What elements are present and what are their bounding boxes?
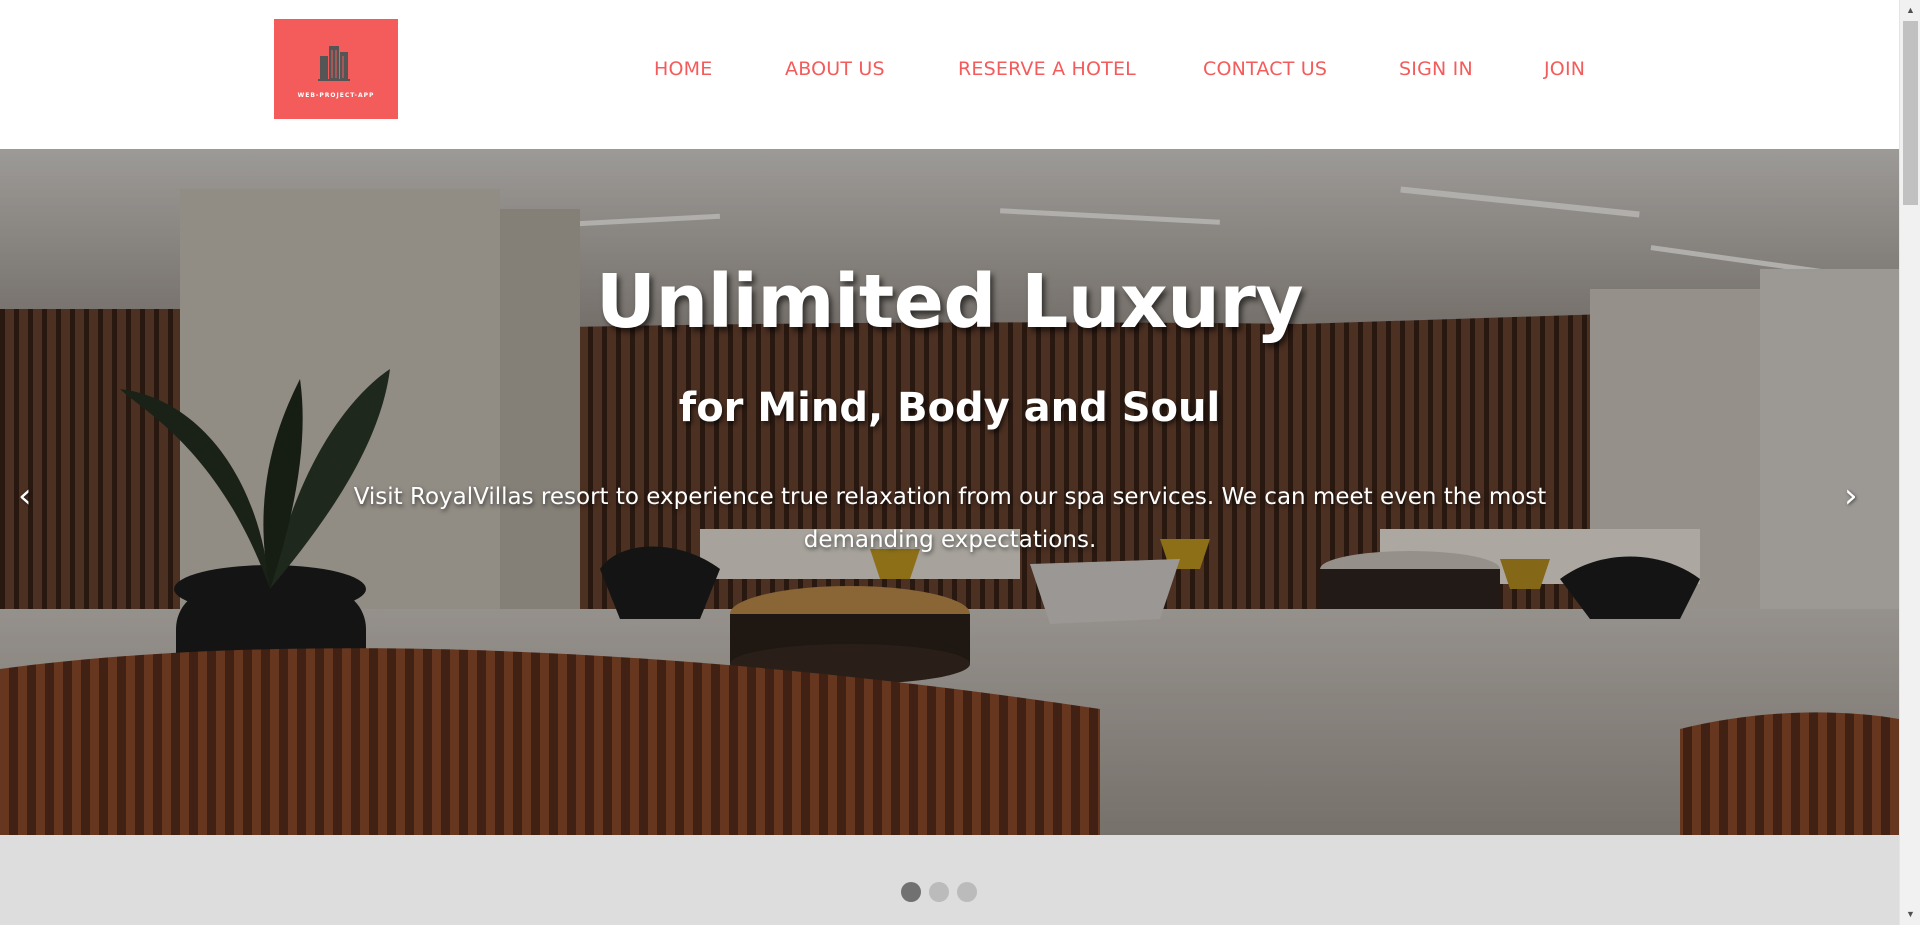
hero-subtitle: for Mind, Body and Soul bbox=[678, 385, 1221, 431]
nav-about-us[interactable]: ABOUT US bbox=[785, 58, 885, 80]
main-nav: HOME ABOUT US RESERVE A HOTEL CONTACT US… bbox=[0, 58, 1899, 88]
carousel-indicators bbox=[0, 835, 1899, 925]
scroll-down-icon[interactable]: ▼ bbox=[1900, 904, 1920, 925]
nav-reserve-a-hotel[interactable]: RESERVE A HOTEL bbox=[958, 58, 1136, 80]
nav-contact-us[interactable]: CONTACT US bbox=[1203, 58, 1327, 80]
carousel-dot-1[interactable] bbox=[901, 882, 921, 902]
logo-text: WEB-PROJECT-APP bbox=[297, 91, 375, 99]
carousel-next-arrow[interactable]: › bbox=[1844, 479, 1858, 513]
nav-sign-in[interactable]: SIGN IN bbox=[1399, 58, 1473, 80]
site-header: WEB-PROJECT-APP HOME ABOUT US RESERVE A … bbox=[0, 0, 1899, 149]
hero-title: Unlimited Luxury bbox=[595, 259, 1304, 345]
scroll-up-icon[interactable]: ▲ bbox=[1900, 0, 1920, 21]
scroll-thumb[interactable] bbox=[1903, 21, 1918, 205]
nav-home[interactable]: HOME bbox=[654, 58, 712, 80]
hero-description: Visit RoyalVillas resort to experience t… bbox=[353, 484, 1547, 553]
carousel-prev-arrow[interactable]: ‹ bbox=[18, 479, 32, 513]
page-scrollbar[interactable]: ▲ ▼ bbox=[1899, 0, 1920, 925]
carousel-dot-3[interactable] bbox=[957, 882, 977, 902]
hero-carousel: Unlimited Luxury for Mind, Body and Soul… bbox=[0, 149, 1899, 835]
nav-join[interactable]: JOIN bbox=[1544, 58, 1585, 80]
carousel-dot-2[interactable] bbox=[929, 882, 949, 902]
